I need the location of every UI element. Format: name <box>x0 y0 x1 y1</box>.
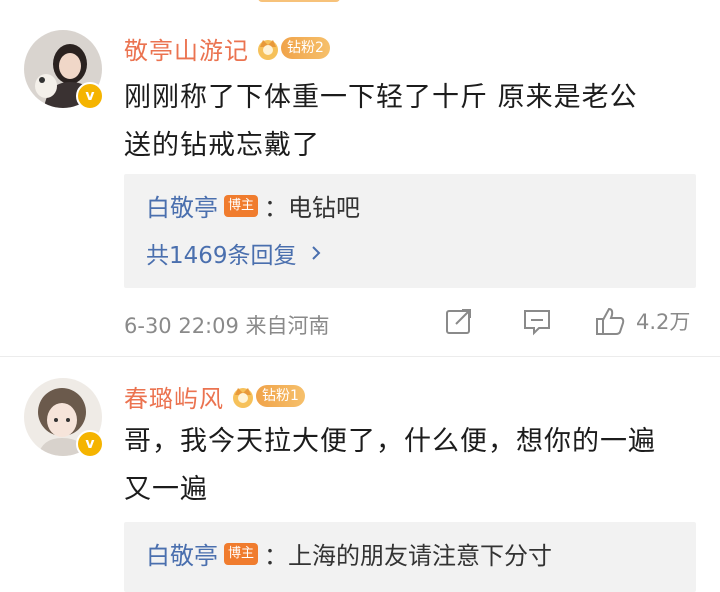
comment-header: 敬亭山游记 钻粉2 <box>124 30 330 66</box>
share-icon <box>446 309 471 334</box>
more-replies-link[interactable]: 共1469条回复 <box>146 236 325 270</box>
like-count: 4.2万 <box>636 310 691 334</box>
comment-text: 刚刚称了下体重一下轻了十斤 原来是老公 送的钻戒忘戴了 <box>124 74 704 170</box>
reply-username[interactable]: 白敬亭 <box>146 188 218 223</box>
more-replies-label: 共1469条回复 <box>146 243 297 269</box>
reply-box[interactable]: 白敬亭 博主 ：电钻吧 共1469条回复 <box>124 174 696 288</box>
comment-header: 春璐屿风 钻粉1 <box>124 378 305 414</box>
comment-text-line: 刚刚称了下体重一下轻了十斤 原来是老公 <box>124 82 638 113</box>
comment-text-line: 送的钻戒忘戴了 <box>124 130 320 161</box>
username[interactable]: 敬亭山游记 <box>124 31 249 66</box>
verified-icon: v <box>76 430 104 458</box>
share-button[interactable] <box>444 306 474 336</box>
username[interactable]: 春璐屿风 <box>124 379 224 414</box>
comment-button[interactable] <box>522 306 552 336</box>
fan-level-badge: 钻粉1 <box>256 385 305 407</box>
comment-text: 哥，我今天拉大便了，什么便，想你的一遍 又一遍 <box>124 418 704 514</box>
thumbs-up-icon <box>596 307 625 335</box>
like-button[interactable]: 4.2万 <box>594 306 690 336</box>
comment-text-line: 哥，我今天拉大便了，什么便，想你的一遍 <box>124 426 656 457</box>
chevron-right-icon <box>311 246 320 260</box>
host-badge: 博主 <box>224 194 259 217</box>
comment-text-line: 又一遍 <box>124 474 208 505</box>
verified-icon: v <box>76 82 104 110</box>
avatar[interactable]: v <box>24 30 104 110</box>
comment-icon <box>524 310 550 336</box>
reply-line: 白敬亭 博主 ：电钻吧 <box>146 188 360 223</box>
divider <box>0 356 720 357</box>
crown-icon <box>258 40 278 60</box>
reply-line: 白敬亭 博主 ：上海的朋友请注意下分寸 <box>146 536 552 571</box>
avatar[interactable]: v <box>24 378 104 458</box>
reply-text: ：上海的朋友请注意下分寸 <box>264 542 553 570</box>
host-badge: 博主 <box>224 542 259 565</box>
top-tab-indicator <box>258 0 340 2</box>
reply-username[interactable]: 白敬亭 <box>146 536 218 571</box>
crown-icon <box>233 388 253 408</box>
time-location: 6-30 22:09 来自河南 <box>124 314 330 338</box>
reply-text: ：电钻吧 <box>264 194 361 222</box>
fan-level-badge: 钻粉2 <box>281 37 330 59</box>
reply-box[interactable]: 白敬亭 博主 ：上海的朋友请注意下分寸 <box>124 522 696 592</box>
